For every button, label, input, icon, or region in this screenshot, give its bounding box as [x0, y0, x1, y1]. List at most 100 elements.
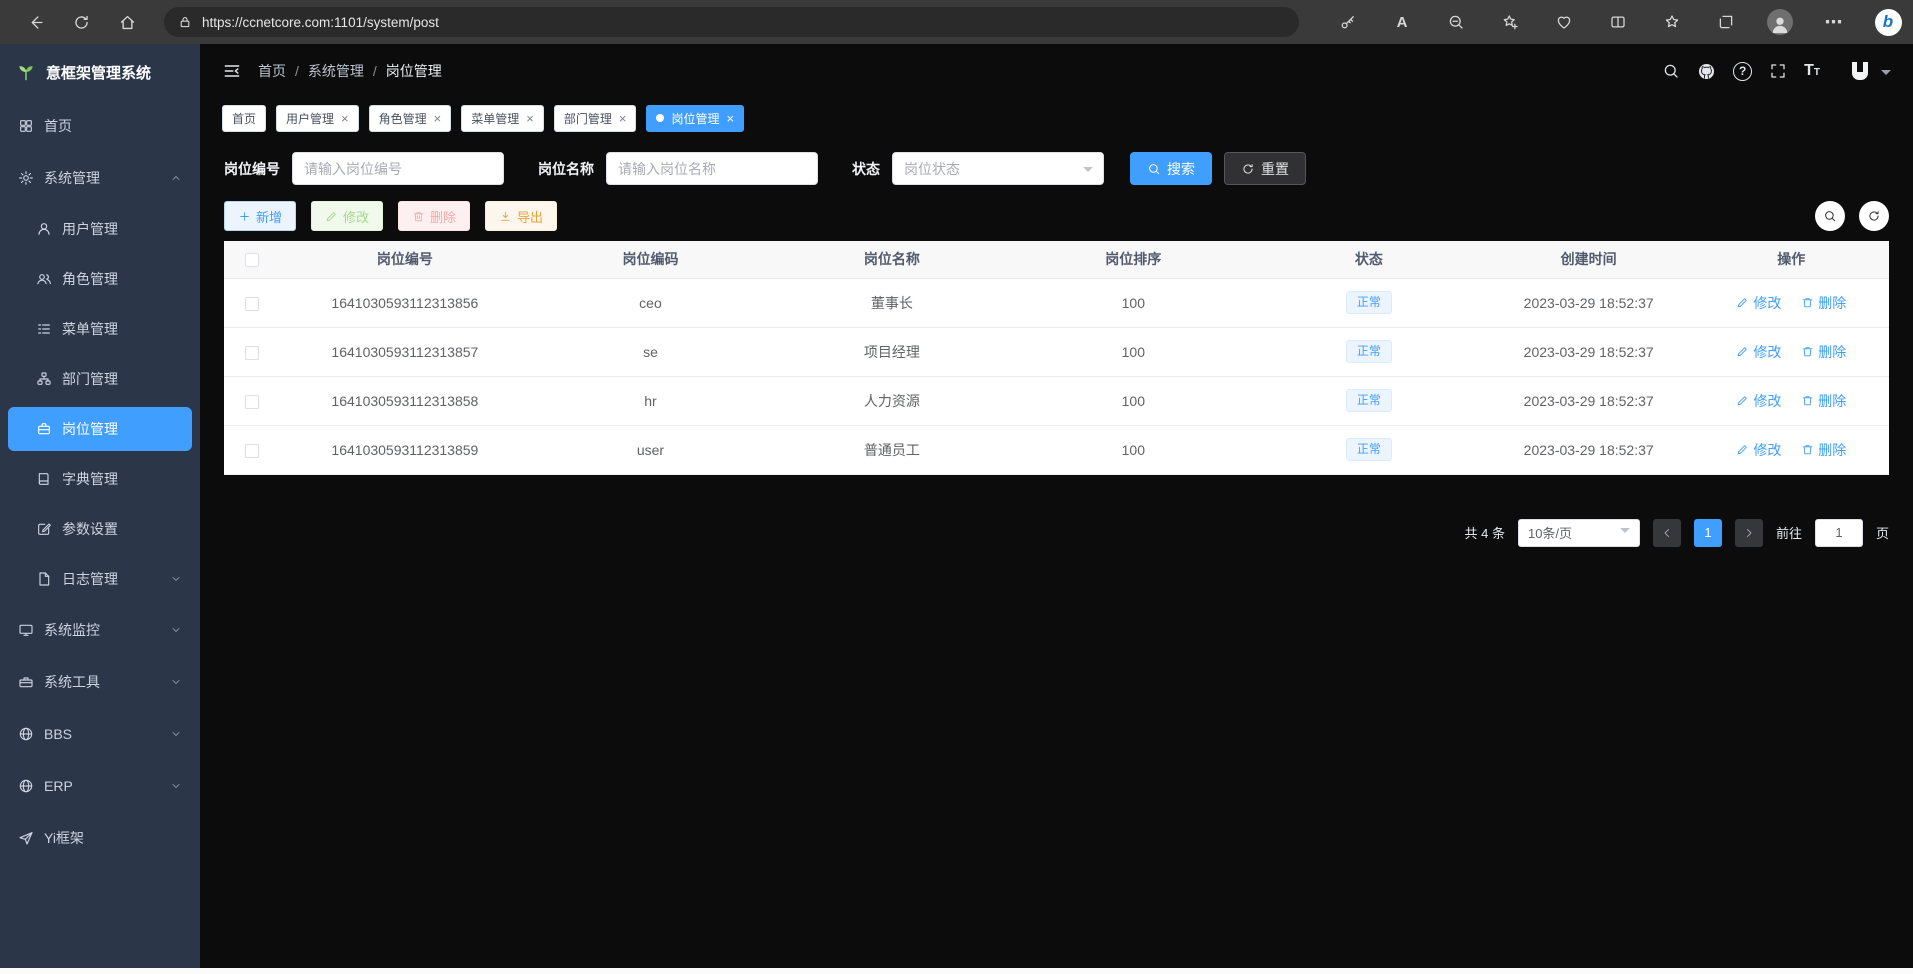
- refresh-button[interactable]: [64, 5, 98, 39]
- close-icon[interactable]: ×: [434, 112, 442, 125]
- sidebar-item-erp[interactable]: ERP: [0, 760, 200, 812]
- sidebar-item-label: 字典管理: [62, 469, 118, 489]
- tab-home[interactable]: 首页: [222, 105, 266, 132]
- status-select[interactable]: 岗位状态: [892, 152, 1104, 185]
- row-checkbox[interactable]: [245, 395, 259, 409]
- refresh-table-button[interactable]: [1859, 201, 1889, 231]
- sidebar-item-menu-management[interactable]: 菜单管理: [0, 304, 200, 354]
- goto-page-input[interactable]: [1815, 519, 1863, 547]
- column-post-sort: 岗位排序: [1013, 241, 1254, 278]
- sidebar-item-home[interactable]: 首页: [0, 100, 200, 152]
- row-checkbox[interactable]: [245, 297, 259, 311]
- select-all-checkbox[interactable]: [245, 253, 259, 267]
- breadcrumb-item[interactable]: 首页: [258, 61, 286, 81]
- page-size-select[interactable]: 10条/页: [1518, 519, 1640, 547]
- delete-button[interactable]: 删除: [398, 201, 470, 231]
- table-row: 1641030593112313856 ceo 董事长 100 正常 2023-…: [224, 278, 1889, 327]
- split-screen-button[interactable]: [1603, 5, 1633, 39]
- row-edit-link[interactable]: 修改: [1736, 391, 1781, 411]
- password-key-button[interactable]: [1333, 5, 1363, 39]
- app-logo[interactable]: 意框架管理系统: [0, 44, 200, 100]
- favorites-add-button[interactable]: [1495, 5, 1525, 39]
- favorites-button[interactable]: [1657, 5, 1687, 39]
- next-page-button[interactable]: [1735, 519, 1763, 547]
- row-delete-link[interactable]: 删除: [1801, 440, 1846, 460]
- checkbox-cell: [224, 278, 280, 327]
- sidebar-item-user-management[interactable]: 用户管理: [0, 204, 200, 254]
- tab-user-management[interactable]: 用户管理 ×: [276, 105, 359, 132]
- post-name-label: 岗位名称: [538, 159, 594, 179]
- sidebar-item-dict-management[interactable]: 字典管理: [0, 454, 200, 504]
- fullscreen-button[interactable]: [1769, 62, 1787, 80]
- row-edit-label: 修改: [1753, 293, 1781, 313]
- add-button[interactable]: 新增: [224, 201, 296, 231]
- row-checkbox[interactable]: [245, 346, 259, 360]
- post-id-label: 岗位编号: [224, 159, 280, 179]
- collections-button[interactable]: [1711, 5, 1741, 39]
- close-icon[interactable]: ×: [341, 112, 349, 125]
- prev-page-button[interactable]: [1653, 519, 1681, 547]
- status-select-placeholder: 岗位状态: [904, 159, 960, 179]
- sidebar-item-role-management[interactable]: 角色管理: [0, 254, 200, 304]
- row-edit-link[interactable]: 修改: [1736, 342, 1781, 362]
- help-button[interactable]: ?: [1733, 62, 1752, 81]
- page-number-button[interactable]: 1: [1694, 519, 1722, 547]
- cell-status: 正常: [1254, 278, 1484, 327]
- read-aloud-button[interactable]: A: [1387, 5, 1417, 39]
- row-delete-link[interactable]: 删除: [1801, 342, 1846, 362]
- breadcrumb-separator: /: [295, 63, 299, 79]
- browser-essentials-button[interactable]: [1549, 5, 1579, 39]
- browser-menu-button[interactable]: ⋯: [1819, 5, 1849, 39]
- header-search-button[interactable]: [1662, 62, 1680, 80]
- post-name-input[interactable]: [606, 152, 818, 185]
- breadcrumb-item[interactable]: 系统管理: [308, 61, 364, 81]
- search-button[interactable]: 搜索: [1130, 152, 1212, 185]
- sidebar-item-system-management[interactable]: 系统管理: [0, 152, 200, 204]
- sidebar-item-log-management[interactable]: 日志管理: [0, 554, 200, 604]
- edit-icon: [325, 210, 338, 223]
- sidebar-item-system-tools[interactable]: 系统工具: [0, 656, 200, 708]
- cell-post-id: 1641030593112313857: [280, 327, 530, 376]
- show-search-toggle-button[interactable]: [1815, 201, 1845, 231]
- zoom-button[interactable]: [1441, 5, 1471, 39]
- briefcase-icon: [36, 421, 52, 437]
- bing-button[interactable]: b: [1873, 5, 1903, 39]
- back-button[interactable]: [18, 5, 52, 39]
- cell-post-code: hr: [530, 376, 771, 425]
- sidebar-item-dept-management[interactable]: 部门管理: [0, 354, 200, 404]
- sidebar-item-system-monitor[interactable]: 系统监控: [0, 604, 200, 656]
- post-table: 岗位编号 岗位编码 岗位名称 岗位排序 状态 创建时间 操作 164103059…: [224, 241, 1889, 475]
- edit-button[interactable]: 修改: [311, 201, 383, 231]
- cell-created: 2023-03-29 18:52:37: [1484, 425, 1694, 474]
- profile-avatar: [1767, 9, 1793, 35]
- font-size-button[interactable]: TT: [1804, 63, 1820, 79]
- post-id-input[interactable]: [292, 152, 504, 185]
- sidebar-item-param-settings[interactable]: 参数设置: [0, 504, 200, 554]
- close-icon[interactable]: ×: [726, 112, 734, 125]
- edit-icon: [1736, 443, 1749, 456]
- tab-role-management[interactable]: 角色管理 ×: [369, 105, 452, 132]
- row-checkbox[interactable]: [245, 444, 259, 458]
- sidebar-item-post-management[interactable]: 岗位管理: [8, 407, 192, 451]
- row-edit-link[interactable]: 修改: [1736, 293, 1781, 313]
- address-bar[interactable]: https://ccnetcore.com:1101/system/post: [164, 7, 1299, 37]
- row-delete-link[interactable]: 删除: [1801, 391, 1846, 411]
- tab-dept-management[interactable]: 部门管理 ×: [554, 105, 637, 132]
- user-dropdown[interactable]: [1845, 59, 1891, 83]
- home-icon: [118, 13, 137, 32]
- reset-button[interactable]: 重置: [1224, 152, 1306, 185]
- collapse-sidebar-button[interactable]: [222, 61, 242, 81]
- close-icon[interactable]: ×: [619, 112, 627, 125]
- home-button[interactable]: [110, 5, 144, 39]
- sidebar-item-yi-framework[interactable]: Yi框架: [0, 812, 200, 864]
- row-delete-link[interactable]: 删除: [1801, 293, 1846, 313]
- tab-menu-management[interactable]: 菜单管理 ×: [461, 105, 544, 132]
- github-button[interactable]: [1697, 62, 1716, 81]
- refresh-icon: [72, 13, 91, 32]
- sidebar-item-bbs[interactable]: BBS: [0, 708, 200, 760]
- profile-button[interactable]: [1765, 5, 1795, 39]
- export-button[interactable]: 导出: [485, 201, 557, 231]
- row-edit-link[interactable]: 修改: [1736, 440, 1781, 460]
- close-icon[interactable]: ×: [526, 112, 534, 125]
- tab-post-management[interactable]: 岗位管理 ×: [646, 105, 744, 132]
